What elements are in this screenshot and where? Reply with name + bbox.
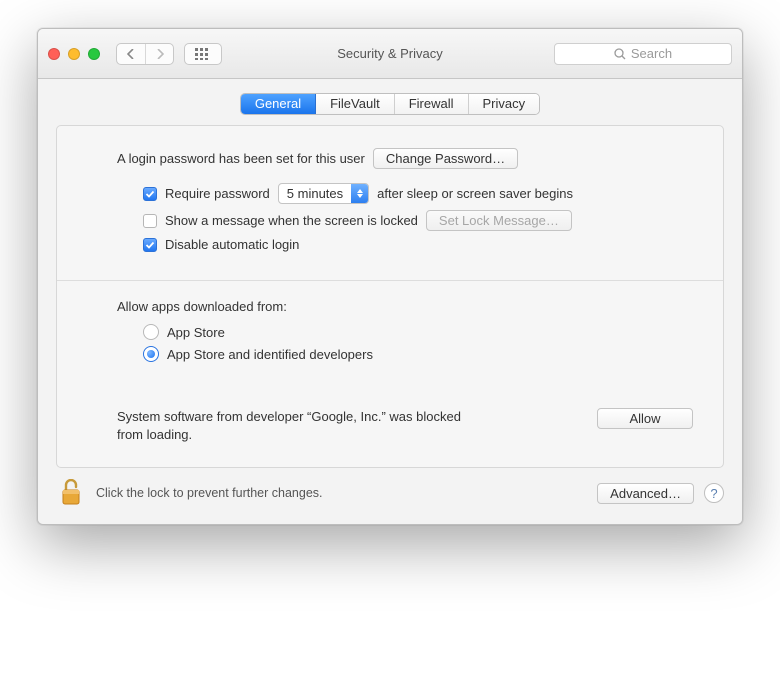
toolbar: Security & Privacy Search xyxy=(38,29,742,79)
minimize-window-button[interactable] xyxy=(68,48,80,60)
divider xyxy=(57,280,723,281)
allow-button[interactable]: Allow xyxy=(597,408,693,429)
blocked-software-message: System software from developer “Google, … xyxy=(117,408,477,443)
require-password-interval-value: 5 minutes xyxy=(279,186,351,201)
radio-app-store[interactable] xyxy=(143,324,159,340)
advanced-button[interactable]: Advanced… xyxy=(597,483,694,504)
window-body: General FileVault Firewall Privacy A log… xyxy=(38,79,742,524)
change-password-button[interactable]: Change Password… xyxy=(373,148,518,169)
require-password-label-pre: Require password xyxy=(165,186,270,201)
help-button[interactable]: ? xyxy=(704,483,724,503)
tab-bar: General FileVault Firewall Privacy xyxy=(240,93,540,115)
zoom-window-button[interactable] xyxy=(88,48,100,60)
footer: Click the lock to prevent further change… xyxy=(56,468,724,510)
require-password-label-post: after sleep or screen saver begins xyxy=(377,186,573,201)
nav-back-forward xyxy=(116,43,174,65)
forward-button[interactable] xyxy=(145,44,173,64)
search-icon xyxy=(614,48,626,60)
allow-apps-label: Allow apps downloaded from: xyxy=(117,299,693,314)
search-input[interactable]: Search xyxy=(554,43,732,65)
radio-app-store-and-devs[interactable] xyxy=(143,346,159,362)
tab-firewall[interactable]: Firewall xyxy=(395,94,469,114)
show-all-button[interactable] xyxy=(184,43,222,65)
disable-auto-login-label: Disable automatic login xyxy=(165,237,299,252)
require-password-checkbox[interactable] xyxy=(143,187,157,201)
radio-app-store-and-devs-label: App Store and identified developers xyxy=(167,347,373,362)
back-button[interactable] xyxy=(117,44,145,64)
lock-icon[interactable] xyxy=(56,478,86,508)
show-lock-message-label: Show a message when the screen is locked xyxy=(165,213,418,228)
preferences-window: Security & Privacy Search General FileVa… xyxy=(37,28,743,525)
close-window-button[interactable] xyxy=(48,48,60,60)
select-arrows-icon xyxy=(351,184,368,203)
lock-hint-text: Click the lock to prevent further change… xyxy=(96,486,323,500)
tab-privacy[interactable]: Privacy xyxy=(469,94,540,114)
tab-general[interactable]: General xyxy=(241,94,316,114)
allow-apps-radiogroup: App Store App Store and identified devel… xyxy=(143,324,693,362)
set-lock-message-button[interactable]: Set Lock Message… xyxy=(426,210,572,231)
login-password-desc: A login password has been set for this u… xyxy=(117,151,365,166)
radio-app-store-label: App Store xyxy=(167,325,225,340)
tab-filevault[interactable]: FileVault xyxy=(316,94,395,114)
require-password-interval-select[interactable]: 5 minutes xyxy=(278,183,369,204)
general-panel: A login password has been set for this u… xyxy=(56,125,724,468)
window-controls xyxy=(48,48,100,60)
disable-auto-login-checkbox[interactable] xyxy=(143,238,157,252)
search-placeholder: Search xyxy=(631,46,672,61)
show-lock-message-checkbox[interactable] xyxy=(143,214,157,228)
